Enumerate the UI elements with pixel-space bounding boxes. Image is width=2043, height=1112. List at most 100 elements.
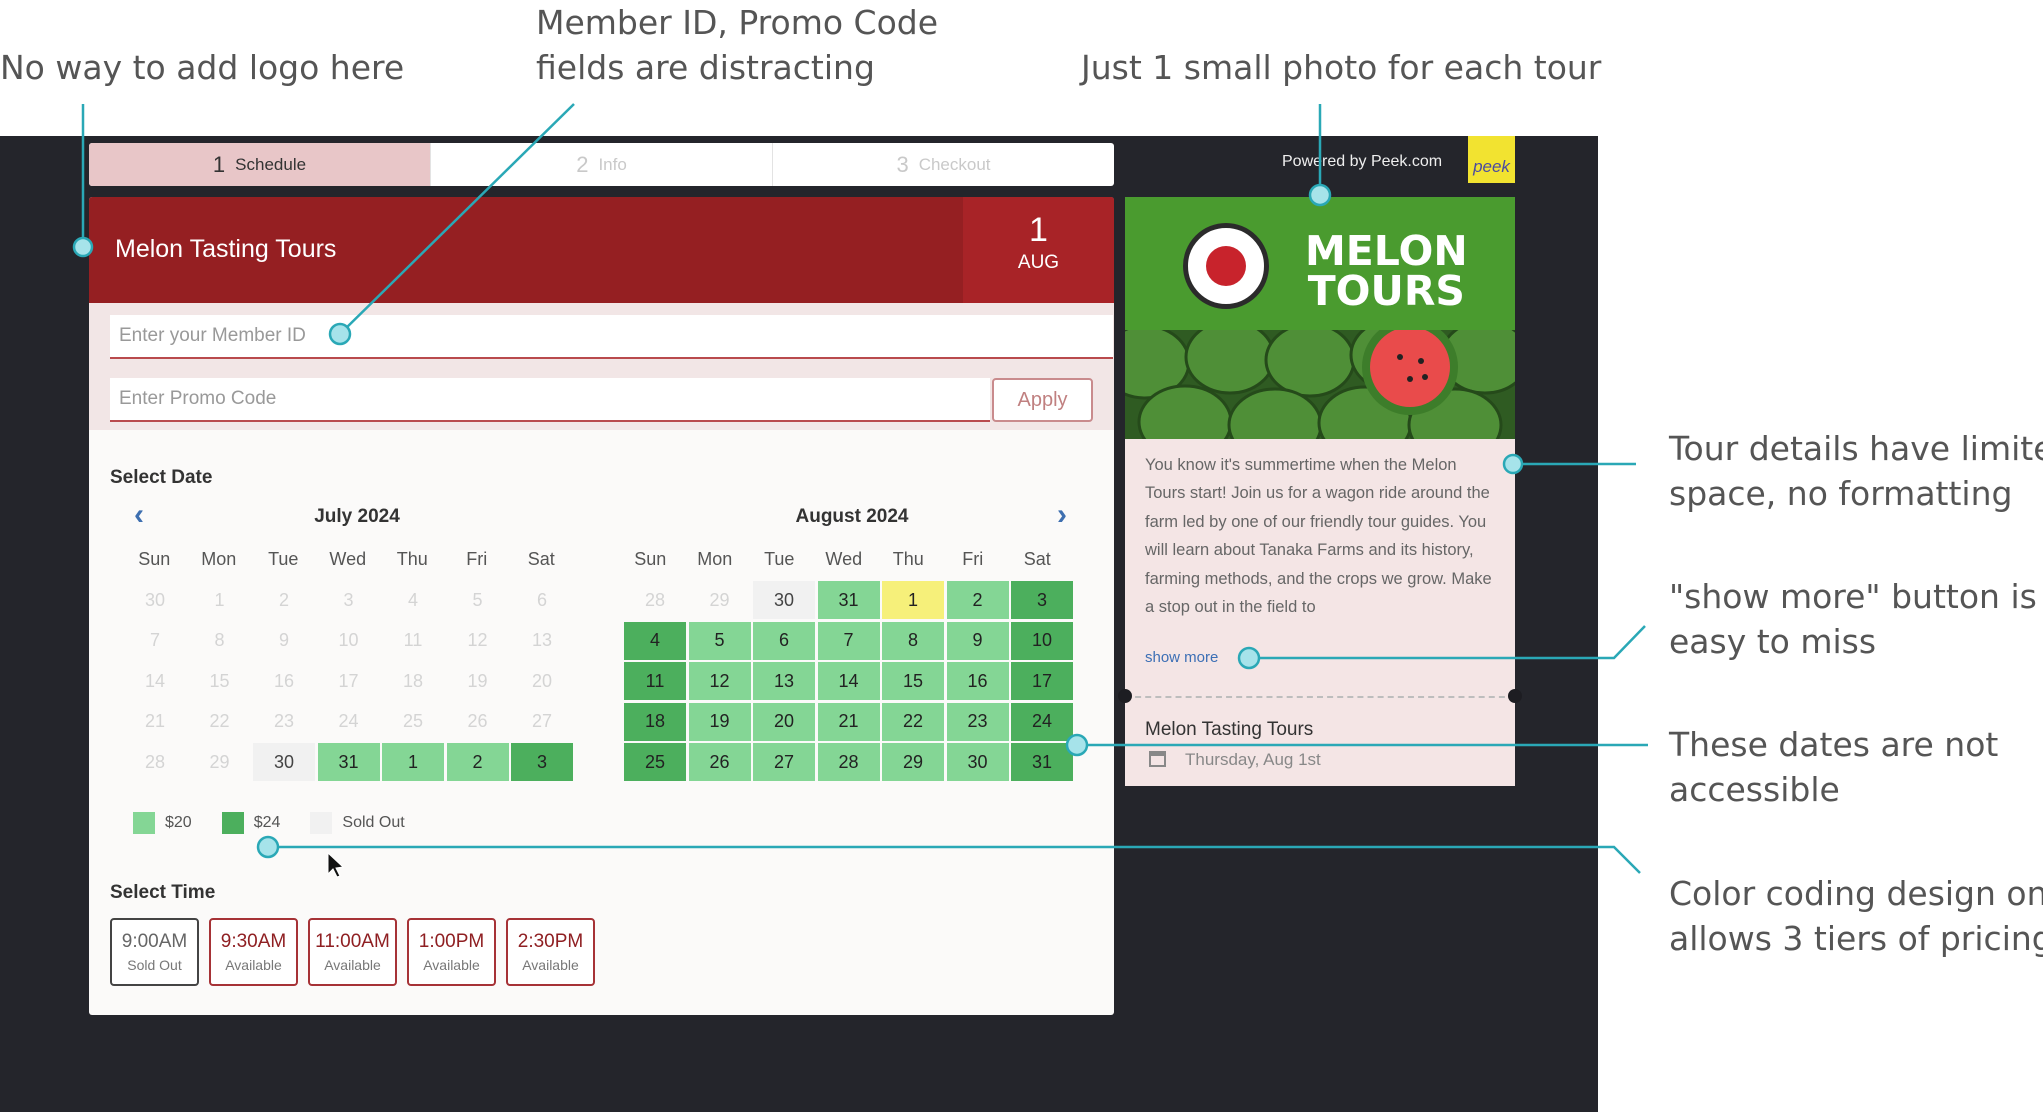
tour-header: Melon Tasting Tours 1 AUG bbox=[89, 197, 1114, 303]
apply-button[interactable]: Apply bbox=[992, 378, 1093, 422]
peek-logo[interactable]: peek bbox=[1468, 136, 1515, 183]
calendar-day[interactable]: 27 bbox=[753, 743, 815, 781]
photo-banner: MELON TOURS bbox=[1125, 197, 1515, 330]
calendar-day[interactable]: 26 bbox=[688, 743, 751, 781]
time-slot-time: 9:00AM bbox=[121, 931, 188, 952]
annotation-photo: Just 1 small photo for each tour bbox=[1081, 48, 1602, 87]
details-divider bbox=[1125, 696, 1515, 698]
calendar-day[interactable]: 18 bbox=[624, 702, 686, 741]
calendar-day-selected[interactable]: 1 bbox=[882, 581, 944, 619]
select-date-label: Select Date bbox=[110, 467, 213, 488]
calendar-day[interactable]: 5 bbox=[688, 621, 751, 660]
powered-by-text: Powered by Peek.com bbox=[1282, 153, 1443, 170]
selected-date-box: 1 AUG bbox=[963, 197, 1114, 303]
step-checkout[interactable]: 3 Checkout bbox=[773, 143, 1114, 186]
calendar-day[interactable]: 2 bbox=[946, 581, 1009, 619]
calendar-day: 6 bbox=[536, 589, 547, 610]
step-number: 2 bbox=[576, 151, 589, 177]
calendar-day[interactable]: 10 bbox=[1011, 621, 1073, 660]
time-slot-button[interactable]: 1:00PM Available bbox=[407, 918, 496, 986]
prev-month-icon[interactable]: ‹ bbox=[134, 500, 144, 530]
calendar-day[interactable]: 31 bbox=[1011, 743, 1073, 781]
step-number: 3 bbox=[896, 151, 909, 177]
time-slot-button[interactable]: 9:00AM Sold Out bbox=[110, 918, 199, 986]
calendar-day[interactable]: 22 bbox=[882, 702, 944, 741]
calendar-day: 4 bbox=[407, 589, 418, 610]
calendar-day[interactable]: 15 bbox=[882, 662, 944, 700]
legend-label: $20 bbox=[165, 814, 192, 831]
annotation-showmore-line2: easy to miss bbox=[1669, 622, 1877, 661]
tour-title: Melon Tasting Tours bbox=[115, 235, 337, 263]
legend-swatch bbox=[133, 812, 155, 834]
time-slot-time: 9:30AM bbox=[220, 931, 287, 952]
step-label: Info bbox=[598, 154, 627, 174]
time-slot-status: Sold Out bbox=[127, 957, 182, 973]
calendar-day[interactable]: 23 bbox=[946, 702, 1009, 741]
time-slot-button[interactable]: 2:30PM Available bbox=[506, 918, 595, 986]
calendar-day[interactable]: 4 bbox=[624, 621, 686, 660]
calendar-day[interactable]: 9 bbox=[946, 621, 1009, 660]
time-slot-time: 1:00PM bbox=[418, 931, 485, 952]
time-slot-status: Available bbox=[522, 957, 579, 973]
calendar-day[interactable]: 17 bbox=[1011, 662, 1073, 700]
calendar-day[interactable]: 19 bbox=[688, 702, 751, 741]
calendar-day: 5 bbox=[472, 589, 483, 610]
calendar-day[interactable]: 7 bbox=[817, 621, 880, 660]
calendar-day: 12 bbox=[467, 630, 488, 650]
calendar-day: 19 bbox=[467, 670, 488, 691]
calendar-day[interactable]: 6 bbox=[753, 621, 815, 660]
calendar-day[interactable]: 28 bbox=[817, 743, 880, 781]
calendar-day[interactable]: 2 bbox=[446, 743, 509, 781]
calendar-day[interactable]: 8 bbox=[882, 621, 944, 660]
annotation-dates-line1: These dates are not bbox=[1669, 725, 1999, 764]
calendar-day: 29 bbox=[709, 589, 730, 610]
calendar-day[interactable]: 25 bbox=[624, 743, 686, 781]
calendar-day[interactable]: 3 bbox=[511, 743, 573, 781]
step-info[interactable]: 2 Info bbox=[431, 143, 773, 186]
calendar-day: 2 bbox=[278, 589, 289, 610]
calendar-day[interactable]: 24 bbox=[1011, 702, 1073, 741]
calendar-day: 28 bbox=[644, 589, 666, 610]
price-legend: $20 $24 Sold Out bbox=[133, 812, 435, 834]
weekday-label: Mon bbox=[697, 548, 733, 569]
weekday-label: Thu bbox=[396, 548, 428, 569]
photo-title-line2: TOURS bbox=[1307, 267, 1465, 315]
step-label: Schedule bbox=[235, 154, 307, 174]
time-slot-button[interactable]: 9:30AM Available bbox=[209, 918, 298, 986]
show-more-link[interactable]: show more bbox=[1145, 649, 1218, 666]
calendar-day[interactable]: 16 bbox=[946, 662, 1009, 700]
calendar-day[interactable]: 14 bbox=[817, 662, 880, 700]
calendar-day[interactable]: 13 bbox=[753, 662, 815, 700]
annotation-logo: No way to add logo here bbox=[0, 48, 405, 87]
photo-title: MELON TOURS bbox=[1305, 231, 1468, 315]
weekday-label: Tue bbox=[764, 548, 795, 569]
calendar-day[interactable]: 30 bbox=[946, 743, 1009, 781]
calendar-day: 18 bbox=[402, 670, 424, 691]
calendar-day[interactable]: 3 bbox=[1011, 581, 1073, 619]
month-title-august: August 2024 bbox=[795, 506, 909, 527]
calendar-day[interactable]: 29 bbox=[882, 743, 944, 781]
legend-swatch bbox=[221, 812, 244, 834]
time-slot-button[interactable]: 11:00AM Available bbox=[308, 918, 397, 986]
calendar-day: 26 bbox=[467, 711, 488, 731]
next-month-icon[interactable]: › bbox=[1057, 500, 1067, 530]
calendar-day[interactable]: 31 bbox=[817, 581, 880, 619]
calendar-day[interactable]: 12 bbox=[688, 662, 751, 700]
calendar-day: 9 bbox=[278, 630, 289, 650]
calendar-day: 30 bbox=[144, 589, 166, 610]
promo-code-input[interactable]: Enter Promo Code bbox=[110, 378, 990, 422]
booking-steps: 1 Schedule 2 Info 3 Checkout bbox=[89, 143, 1114, 186]
calendar-day: 7 bbox=[149, 630, 160, 650]
step-schedule[interactable]: 1 Schedule bbox=[89, 143, 431, 186]
calendar-day: 15 bbox=[209, 670, 230, 691]
code-inputs-area: Enter your Member ID Enter Promo Code Ap… bbox=[89, 303, 1114, 430]
calendar-day[interactable]: 11 bbox=[624, 662, 686, 700]
calendar-day[interactable]: 21 bbox=[817, 702, 880, 741]
calendar-day[interactable]: 20 bbox=[753, 702, 815, 741]
calendar-day[interactable]: 1 bbox=[382, 743, 444, 781]
annotation-showmore-line1: "show more" button is bbox=[1669, 577, 2037, 616]
calendar-day: 13 bbox=[531, 630, 553, 650]
member-id-input[interactable]: Enter your Member ID bbox=[110, 315, 1113, 359]
select-time-label: Select Time bbox=[110, 882, 216, 903]
calendar-day[interactable]: 31 bbox=[317, 743, 380, 781]
